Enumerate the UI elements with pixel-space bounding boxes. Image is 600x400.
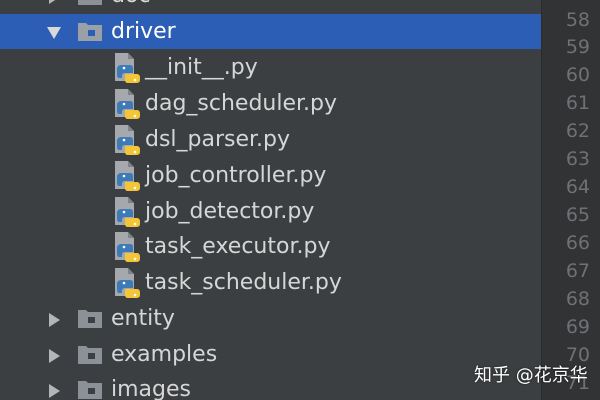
- editor-line-number-gutter: 58 59 60 61 62 63 64 65 66 67 68 69 70 7…: [541, 0, 600, 400]
- tree-file-job-controller[interactable]: job_controller.py: [0, 158, 541, 193]
- python-file-icon: [113, 160, 141, 191]
- folder-icon: [77, 20, 103, 42]
- line-number: 60: [565, 64, 590, 86]
- tree-folder-images[interactable]: images: [0, 372, 541, 400]
- tree-file-label: job_detector.py: [145, 199, 315, 224]
- tree-folder-label: driver: [111, 19, 176, 44]
- python-file-icon: [113, 267, 141, 298]
- chevron-right-icon[interactable]: [45, 382, 63, 400]
- line-number: 58: [565, 9, 590, 31]
- line-number: 67: [565, 260, 590, 282]
- python-file-icon: [113, 124, 141, 155]
- python-file-icon: [113, 52, 141, 83]
- line-number: 62: [565, 120, 590, 142]
- tree-file-label: task_scheduler.py: [145, 270, 342, 295]
- project-tree-panel: doc driver __init__.py: [0, 0, 541, 400]
- chevron-right-icon[interactable]: [45, 347, 63, 365]
- python-file-icon: [113, 196, 141, 227]
- chevron-right-icon[interactable]: [45, 311, 63, 329]
- tree-folder-label: entity: [111, 306, 175, 331]
- tree-folder-doc[interactable]: doc: [0, 0, 541, 13]
- tree-file-task-scheduler[interactable]: task_scheduler.py: [0, 265, 541, 300]
- line-number: 66: [565, 232, 590, 254]
- tree-file-label: job_controller.py: [145, 163, 327, 188]
- line-number: 61: [565, 92, 590, 114]
- tree-file-label: dsl_parser.py: [145, 127, 291, 152]
- chevron-right-icon[interactable]: [45, 0, 63, 6]
- tree-file-task-executor[interactable]: task_executor.py: [0, 229, 541, 264]
- line-number: 64: [565, 176, 590, 198]
- tree-file-label: dag_scheduler.py: [145, 91, 338, 116]
- folder-icon: [77, 378, 103, 400]
- python-file-icon: [113, 88, 141, 119]
- tree-folder-entity[interactable]: entity: [0, 301, 541, 336]
- tree-file-dag-scheduler[interactable]: dag_scheduler.py: [0, 86, 541, 121]
- tree-file-init[interactable]: __init__.py: [0, 50, 541, 85]
- folder-icon: [77, 0, 103, 6]
- folder-icon: [77, 307, 103, 329]
- line-number: 68: [565, 288, 590, 310]
- tree-folder-label: examples: [111, 342, 218, 367]
- chevron-down-icon[interactable]: [45, 24, 63, 42]
- tree-folder-driver[interactable]: driver: [0, 14, 541, 49]
- line-number: 63: [565, 148, 590, 170]
- tree-folder-label: doc: [111, 0, 151, 11]
- tree-file-job-detector[interactable]: job_detector.py: [0, 194, 541, 229]
- folder-icon: [77, 343, 103, 365]
- tree-file-label: task_executor.py: [145, 234, 331, 259]
- tree-folder-examples[interactable]: examples: [0, 337, 541, 372]
- python-file-icon: [113, 231, 141, 262]
- tree-file-dsl-parser[interactable]: dsl_parser.py: [0, 122, 541, 157]
- line-number: 69: [565, 316, 590, 338]
- tree-folder-label: images: [111, 377, 191, 400]
- line-number: 59: [565, 36, 590, 58]
- watermark: 知乎 @花京华: [474, 365, 588, 386]
- line-number: 65: [565, 204, 590, 226]
- tree-file-label: __init__.py: [145, 55, 258, 80]
